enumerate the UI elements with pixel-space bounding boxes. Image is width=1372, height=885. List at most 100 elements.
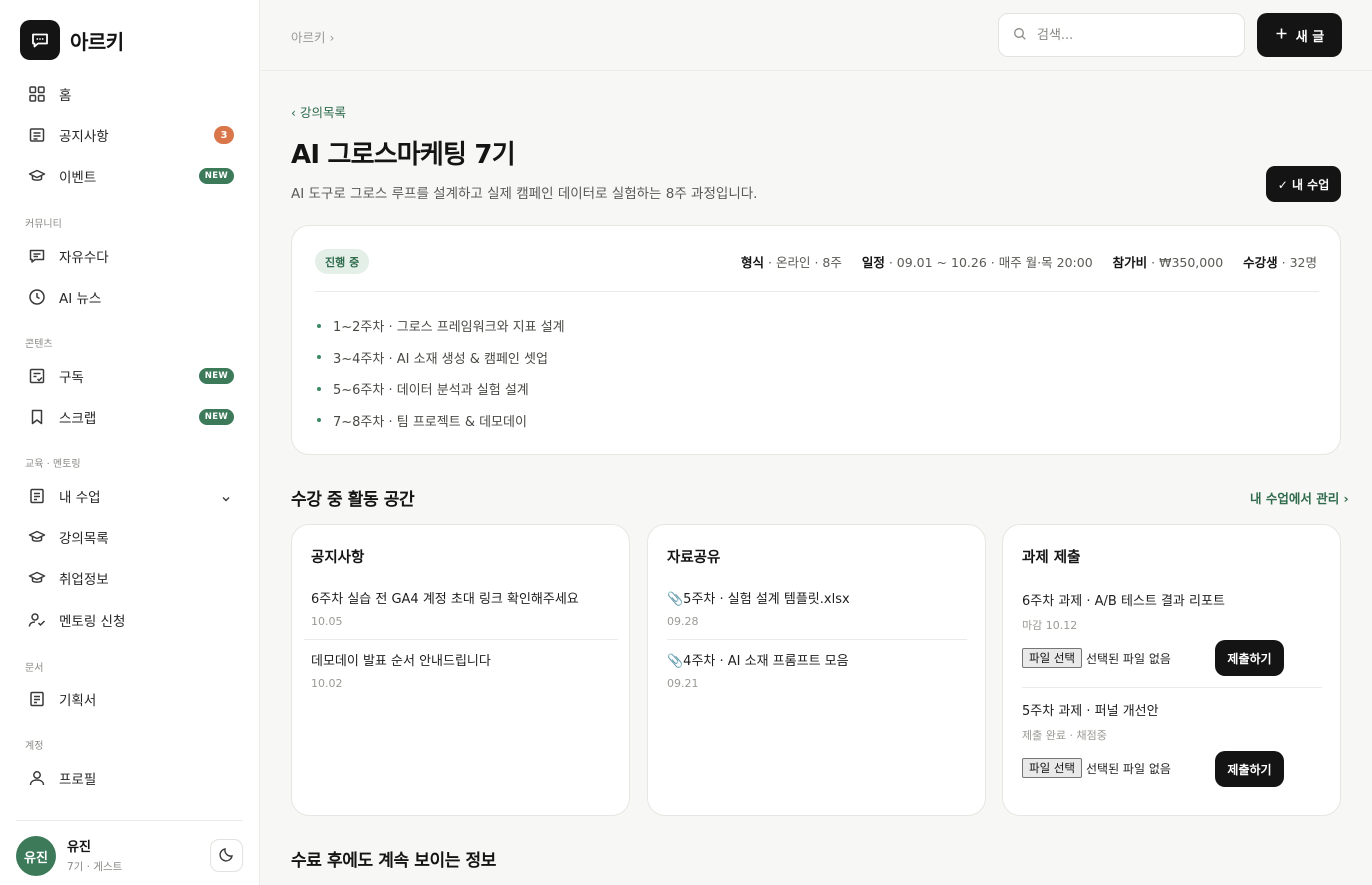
avatar[interactable]: 유진 (16, 836, 56, 876)
meta-students: 수강생 · 32명 (1243, 255, 1317, 270)
meta-format: 형식 · 온라인 · 8주 (741, 255, 842, 270)
post-date: 10.05 (311, 615, 343, 628)
sidebar-item-home[interactable]: 홈 (16, 76, 244, 112)
bookmark-icon (28, 408, 46, 426)
sidebar-item-label: 공지사항 (59, 129, 109, 145)
list-item[interactable]: 6주차 실습 전 GA4 계정 초대 링크 확인해주세요 10.05 (311, 588, 611, 628)
sidebar-item-label: AI 뉴스 (59, 291, 102, 307)
meta-fee: 참가비 · ₩350,000 (1112, 255, 1224, 270)
sidebar-item-proposal[interactable]: 기획서 (16, 681, 244, 717)
status-badge: 진행 중 (315, 249, 370, 274)
panel-title: 자료공유 (667, 550, 721, 566)
document-icon (28, 487, 46, 505)
theme-toggle-button[interactable] (210, 839, 243, 872)
panel-title: 공지사항 (311, 550, 365, 566)
manage-in-my-class-link[interactable]: 내 수업에서 관리 › (1250, 488, 1349, 507)
new-badge: NEW (198, 409, 234, 425)
brand[interactable]: 아르키 (20, 20, 124, 60)
grid-icon (28, 85, 46, 103)
list-item: 5~6주차 · 데이터 분석과 실험 설계 (317, 373, 565, 405)
notices-panel: 공지사항 6주차 실습 전 GA4 계정 초대 링크 확인해주세요 10.05 … (291, 524, 630, 816)
sidebar-item-my-class[interactable]: 내 수업 (16, 478, 244, 514)
panel-title: 과제 제출 (1022, 550, 1081, 566)
notice-icon (28, 126, 46, 144)
search-box[interactable] (998, 13, 1245, 57)
sidebar-item-label: 멘토링 신청 (59, 614, 126, 630)
sidebar-item-label: 강의목록 (59, 531, 109, 547)
chevron-down-icon[interactable] (220, 490, 232, 509)
chat-icon (28, 247, 46, 265)
post-date: 10.02 (311, 677, 343, 690)
notice-count-badge: 3 (214, 126, 234, 144)
sidebar-item-events[interactable]: 이벤트 NEW (16, 158, 244, 194)
sidebar-item-label: 스크랩 (59, 411, 97, 427)
list-item[interactable]: 📎4주차 · AI 소재 프롬프트 모음 09.21 (667, 650, 967, 690)
meta-schedule: 일정 · 09.01 ~ 10.26 · 매주 월·목 20:00 (861, 255, 1093, 270)
section-label-contents: 콘텐츠 (25, 339, 53, 350)
file-select-button[interactable]: 파일 선택 (1022, 758, 1082, 778)
sidebar-item-label: 이벤트 (59, 170, 97, 186)
file-input[interactable]: 파일 선택 선택된 파일 없음 (1022, 648, 1171, 668)
back-to-courses-link[interactable]: ‹ 강의목록 (291, 102, 346, 121)
section-label-account: 계정 (25, 741, 44, 752)
sidebar-item-notices[interactable]: 공지사항 3 (16, 117, 244, 153)
file-input[interactable]: 파일 선택 선택된 파일 없음 (1022, 758, 1171, 778)
post-title: 📎5주차 · 실험 설계 템플릿.xlsx (667, 592, 850, 607)
breadcrumb[interactable]: 아르키 › (291, 27, 334, 46)
sidebar-item-ai-news[interactable]: AI 뉴스 (16, 279, 244, 315)
sidebar-item-jobs[interactable]: 취업정보 (16, 560, 244, 596)
assignment-title: 5주차 과제 · 퍼널 개선안 (1022, 704, 1159, 719)
post-date: 09.21 (667, 677, 699, 690)
sidebar-item-mentoring[interactable]: 멘토링 신청 (16, 602, 244, 638)
after-section-title: 수료 후에도 계속 보이는 정보 (291, 851, 496, 871)
divider (304, 639, 618, 640)
page-description: AI 도구로 그로스 루프를 설계하고 실제 캠페인 데이터로 실험하는 8주 … (291, 186, 758, 202)
sidebar-item-label: 자유수다 (59, 250, 109, 266)
course-info-card: 진행 중 형식 · 온라인 · 8주 일정 · 09.01 ~ 10.26 · … (291, 225, 1341, 455)
sidebar-item-courses[interactable]: 강의목록 (16, 519, 244, 555)
sidebar-item-label: 홈 (59, 88, 72, 104)
list-item: 1~2주차 · 그로스 프레임워크와 지표 설계 (317, 310, 565, 342)
sidebar-divider (16, 820, 243, 821)
post-date: 09.28 (667, 615, 699, 628)
sidebar-item-label: 기획서 (59, 693, 97, 709)
my-class-button[interactable]: ✓ 내 수업 (1266, 166, 1341, 202)
post-title: 6주차 실습 전 GA4 계정 초대 링크 확인해주세요 (311, 592, 579, 607)
graduation-cap-icon (28, 528, 46, 546)
chat-bubble-icon (20, 20, 60, 60)
submit-button[interactable]: 제출하기 (1215, 751, 1284, 787)
user-icon (28, 769, 46, 787)
search-input[interactable] (1037, 27, 1227, 43)
file-select-button[interactable]: 파일 선택 (1022, 648, 1082, 668)
new-post-label: 새 글 (1295, 29, 1325, 45)
clock-icon (28, 288, 46, 306)
list-item: 3~4주차 · AI 소재 생성 & 캠페인 셋업 (317, 342, 565, 374)
list-item: 7~8주차 · 팀 프로젝트 & 데모데이 (317, 405, 565, 437)
list-item[interactable]: 📎5주차 · 실험 설계 템플릿.xlsx 09.28 (667, 588, 967, 628)
section-label-education: 교육 · 멘토링 (25, 459, 81, 470)
sidebar-item-profile[interactable]: 프로필 (16, 760, 244, 796)
brand-name: 아르키 (70, 29, 124, 54)
sidebar-item-subscribe[interactable]: 구독 NEW (16, 358, 244, 394)
curriculum-list: 1~2주차 · 그로스 프레임워크와 지표 설계 3~4주차 · AI 소재 생… (317, 310, 565, 436)
list-item[interactable]: 데모데이 발표 순서 안내드립니다 10.02 (311, 650, 611, 690)
sidebar-item-scrap[interactable]: 스크랩 NEW (16, 399, 244, 435)
search-icon (1013, 26, 1027, 45)
assignments-panel: 과제 제출 6주차 과제 · A/B 테스트 결과 리포트 마감 10.12 파… (1002, 524, 1341, 816)
assignment-meta: 제출 완료 · 채점중 (1022, 729, 1107, 742)
post-title: 📎4주차 · AI 소재 프롬프트 모음 (667, 654, 849, 669)
user-name: 유진 (67, 840, 91, 855)
divider (315, 291, 1319, 292)
new-badge: NEW (198, 368, 234, 384)
file-status: 선택된 파일 없음 (1085, 651, 1171, 666)
sidebar-item-free-talk[interactable]: 자유수다 (16, 238, 244, 274)
resources-panel: 자료공유 📎5주차 · 실험 설계 템플릿.xlsx 09.28 📎4주차 · … (647, 524, 986, 816)
sidebar-item-label: 프로필 (59, 772, 97, 788)
submit-button[interactable]: 제출하기 (1215, 640, 1284, 676)
topbar: 아르키 › 새 글 (261, 0, 1372, 71)
graduation-cap-icon (28, 569, 46, 587)
user-check-icon (28, 611, 46, 629)
document-icon (28, 690, 46, 708)
new-post-button[interactable]: 새 글 (1257, 13, 1342, 57)
activity-section-title: 수강 중 활동 공간 (291, 490, 415, 510)
